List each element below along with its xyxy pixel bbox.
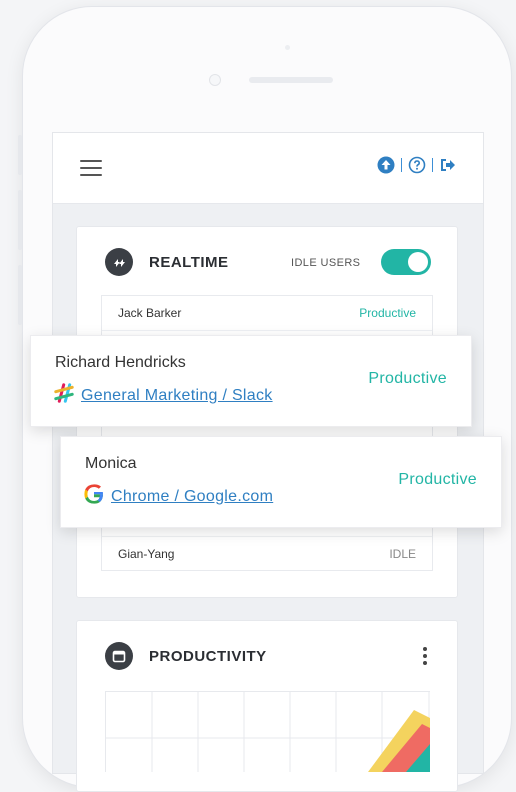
activity-link[interactable]: Chrome / Google.com [111,488,273,506]
popup-activity: General Marketing / Slack [53,382,273,409]
phone-side-button [18,265,22,325]
user-name: Jack Barker [118,306,182,320]
productivity-title: PRODUCTIVITY [149,648,267,665]
upload-icon[interactable] [377,156,395,174]
popup-user-name: Richard Hendricks [55,354,186,371]
realtime-icon [105,248,133,276]
divider [401,158,402,172]
list-item[interactable]: Gian-Yang IDLE [102,536,432,571]
logout-icon[interactable] [439,156,457,174]
idle-users-toggle[interactable] [381,249,431,275]
user-status: Productive [359,306,416,320]
phone-camera [209,74,221,86]
google-icon [83,483,105,510]
idle-users-label: IDLE USERS [291,257,361,269]
hamburger-menu-icon[interactable] [80,160,102,176]
list-item[interactable]: Jack Barker Productive [102,296,432,331]
user-activity-popup[interactable]: Monica Chrome / Google.com Productive [60,436,502,528]
toggle-knob [408,252,428,272]
activity-link[interactable]: General Marketing / Slack [81,387,273,405]
help-icon[interactable] [408,156,426,174]
popup-user-name: Monica [85,455,137,472]
kebab-menu-icon[interactable] [421,645,429,667]
phone-speaker [249,77,333,83]
productivity-chart-grid [106,692,430,772]
productivity-card: PRODUCTIVITY [76,620,458,792]
top-bar [53,133,483,204]
phone-side-button [18,135,22,175]
productivity-icon [105,642,133,670]
phone-side-button [18,190,22,250]
phone-sensor [285,45,290,50]
user-status: IDLE [389,547,416,561]
popup-status: Productive [398,471,477,488]
user-name: Gian-Yang [118,547,175,561]
divider [432,158,433,172]
realtime-title: REALTIME [149,254,229,271]
popup-status: Productive [368,370,447,387]
popup-activity: Chrome / Google.com [83,483,273,510]
user-activity-popup[interactable]: Richard Hendricks General Marketing / Sl… [30,335,472,427]
top-bar-actions [377,156,457,174]
slack-icon [53,382,75,409]
